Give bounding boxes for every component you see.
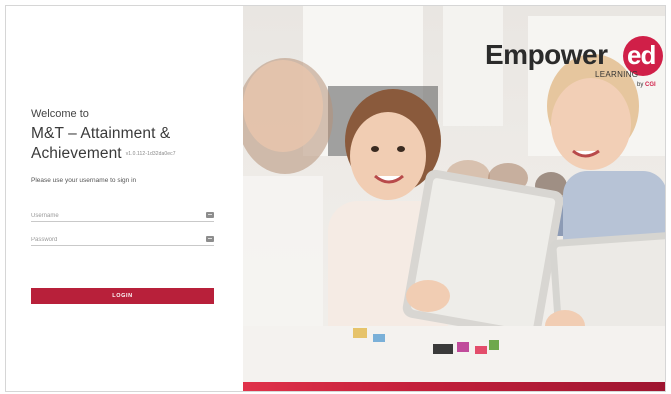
app-title-line1: M&T – Attainment & <box>31 125 171 142</box>
logo-ed-text: ed <box>627 40 656 70</box>
password-field <box>31 234 214 246</box>
version-label: v1.0.112-1d32da0ec7 <box>125 151 176 157</box>
empowered-learning-logo: Empower ed LEARNING by CGI <box>485 36 665 96</box>
id-card-icon <box>206 212 214 218</box>
password-input[interactable] <box>31 234 199 245</box>
accent-bar <box>243 382 665 391</box>
login-button[interactable]: LOGIN <box>31 288 214 304</box>
app-title-line2: Achievement <box>31 145 122 163</box>
logo-learning-text: LEARNING <box>595 70 639 79</box>
username-field <box>31 210 214 222</box>
logo-empower-text: Empower <box>485 39 608 70</box>
logo-cgi-text: CGI <box>645 82 656 88</box>
app-title: M&T – Attainment & Achievement v1.0.112-1… <box>31 124 231 164</box>
logo-by-cgi: by CGI <box>637 82 656 88</box>
sign-in-instructions: Please use your username to sign in <box>31 177 137 184</box>
app-frame: Welcome to M&T – Attainment & Achievemen… <box>5 5 666 392</box>
logo-by-text: by <box>637 82 644 88</box>
login-panel: Welcome to M&T – Attainment & Achievemen… <box>6 6 243 391</box>
username-input[interactable] <box>31 210 199 221</box>
welcome-text: Welcome to <box>31 108 89 120</box>
id-card-icon <box>206 236 214 242</box>
app-title-line2-row: Achievement v1.0.112-1d32da0ec7 <box>31 144 231 164</box>
hero-photo: Empower ed LEARNING by CGI <box>243 6 665 391</box>
